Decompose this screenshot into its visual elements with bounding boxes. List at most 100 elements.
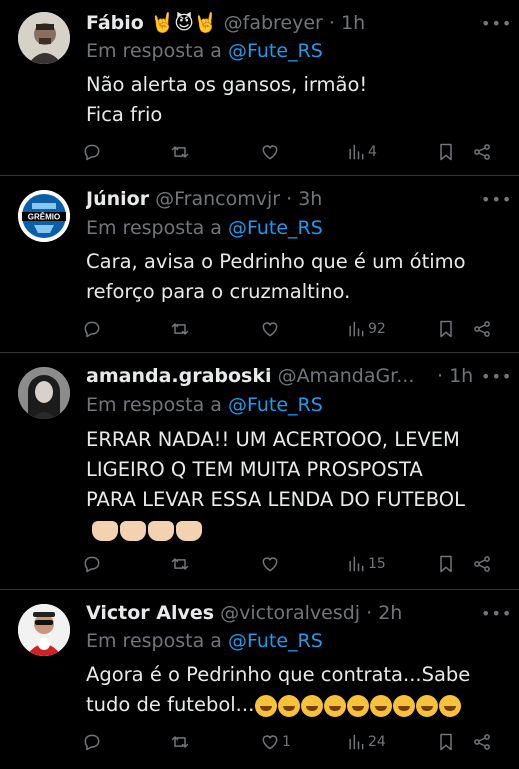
views-count: 4 bbox=[368, 144, 377, 160]
tweet-header: Victor Alves @victoralvesdj · 2h bbox=[86, 600, 479, 626]
views-button[interactable]: 24 bbox=[346, 730, 386, 754]
views-count: 24 bbox=[368, 734, 386, 750]
reply-context: Em resposta a @Fute_RS bbox=[86, 392, 323, 418]
reply-icon bbox=[84, 144, 100, 161]
retweet-icon bbox=[171, 323, 189, 335]
display-name[interactable]: Victor Alves bbox=[86, 602, 214, 624]
avatar[interactable]: GRÊMIO bbox=[18, 190, 70, 242]
separator-dot: · bbox=[366, 602, 373, 624]
reply-icon bbox=[84, 734, 100, 751]
bookmark-icon bbox=[440, 320, 452, 338]
crest-label: GRÊMIO bbox=[28, 213, 60, 222]
tweet-text-line: PARA LEVAR ESSA LENDA DO FUTEBOL bbox=[86, 488, 466, 511]
tweet-text-line: LIGEIRO Q TEM MUITA PROSPOSTA bbox=[86, 458, 423, 481]
views-icon bbox=[349, 556, 364, 572]
share-icon bbox=[474, 734, 490, 750]
views-button[interactable]: 92 bbox=[346, 317, 386, 341]
retweet-button[interactable] bbox=[170, 730, 192, 754]
reply-context: Em resposta a @Fute_RS bbox=[86, 215, 323, 241]
more-icon[interactable]: ••• bbox=[481, 190, 511, 210]
reply-button[interactable] bbox=[82, 552, 104, 576]
user-handle[interactable]: @victoralvesdj bbox=[220, 602, 360, 624]
tweet-2[interactable]: GRÊMIO Júnior @Francomvjr · 3h ••• Em re… bbox=[0, 176, 519, 353]
retweet-button[interactable] bbox=[170, 317, 192, 341]
views-count: 92 bbox=[368, 321, 386, 337]
views-button[interactable]: 4 bbox=[346, 140, 377, 164]
bookmark-button[interactable] bbox=[436, 317, 456, 341]
bookmark-button[interactable] bbox=[436, 552, 456, 576]
views-button[interactable]: 15 bbox=[346, 552, 386, 576]
tweet-text-line: Cara, avisa o Pedrinho que é um ótimo bbox=[86, 250, 466, 273]
tweet-1[interactable]: Fábio 🤘😈🤘 @fabreyer · 1h ••• Em resposta… bbox=[0, 0, 519, 176]
more-icon[interactable]: ••• bbox=[481, 14, 511, 34]
avatar[interactable] bbox=[18, 604, 70, 656]
tweet-4[interactable]: Victor Alves @victoralvesdj · 2h ••• Em … bbox=[0, 590, 519, 769]
reply-mention[interactable]: @Fute_RS bbox=[228, 217, 323, 239]
action-bar: 4 bbox=[82, 140, 502, 164]
reply-prefix: Em resposta a bbox=[86, 630, 222, 652]
reply-button[interactable] bbox=[82, 140, 104, 164]
tweet-text: Agora é o Pedrinho que contrata...Sabe t… bbox=[86, 660, 499, 726]
more-icon[interactable]: ••• bbox=[481, 604, 511, 624]
share-button[interactable] bbox=[472, 317, 492, 341]
retweet-button[interactable] bbox=[170, 552, 192, 576]
like-button[interactable] bbox=[260, 140, 282, 164]
timestamp[interactable]: 2h bbox=[378, 602, 402, 624]
user-handle[interactable]: @Francomvjr bbox=[155, 188, 280, 210]
tweet-text-line: Agora é o Pedrinho que contrata...Sabe bbox=[86, 663, 471, 686]
like-count: 1 bbox=[282, 734, 291, 750]
reply-context: Em resposta a @Fute_RS bbox=[86, 38, 323, 64]
reply-prefix: Em resposta a bbox=[86, 217, 222, 239]
reply-mention[interactable]: @Fute_RS bbox=[228, 630, 323, 652]
reply-mention[interactable]: @Fute_RS bbox=[228, 394, 323, 416]
timestamp[interactable]: 1h bbox=[341, 12, 365, 34]
user-handle[interactable]: @AmandaGr... bbox=[278, 365, 415, 387]
user-handle[interactable]: @fabreyer bbox=[224, 12, 323, 34]
display-name[interactable]: Fábio 🤘😈🤘 bbox=[86, 12, 218, 34]
views-count: 15 bbox=[368, 556, 386, 572]
tweet-text: Não alerta os gansos, irmão! Fica frio bbox=[86, 70, 499, 130]
retweet-button[interactable] bbox=[170, 140, 192, 164]
retweet-icon bbox=[171, 736, 189, 748]
avatar[interactable] bbox=[18, 367, 70, 419]
views-icon bbox=[349, 734, 364, 750]
tweet-text-fragment: tudo de futebol... bbox=[86, 693, 255, 716]
tweet-text-line: ERRAR NADA!! UM ACERTOOO, LEVEM bbox=[86, 428, 460, 451]
reply-button[interactable] bbox=[82, 730, 104, 754]
reply-mention[interactable]: @Fute_RS bbox=[228, 40, 323, 62]
share-button[interactable] bbox=[472, 552, 492, 576]
tweet-3[interactable]: amanda.graboski @AmandaGr... · 1h ••• Em… bbox=[0, 353, 519, 590]
avatar[interactable] bbox=[18, 12, 70, 64]
reply-icon bbox=[84, 321, 100, 338]
tweet-header: Fábio 🤘😈🤘 @fabreyer · 1h bbox=[86, 10, 479, 36]
share-button[interactable] bbox=[472, 140, 492, 164]
tweet-header: Júnior @Francomvjr · 3h bbox=[86, 186, 479, 212]
share-icon bbox=[474, 321, 490, 337]
bookmark-icon bbox=[440, 143, 452, 161]
reply-prefix: Em resposta a bbox=[86, 394, 222, 416]
action-bar: 92 bbox=[82, 317, 502, 341]
share-button[interactable] bbox=[472, 730, 492, 754]
heart-icon bbox=[262, 145, 278, 160]
bookmark-icon bbox=[440, 733, 452, 751]
tweet-text-line: Não alerta os gansos, irmão! bbox=[86, 73, 368, 96]
bookmark-button[interactable] bbox=[436, 140, 456, 164]
display-name[interactable]: amanda.graboski bbox=[86, 365, 272, 387]
separator-dot: · bbox=[328, 12, 335, 34]
views-icon bbox=[349, 321, 364, 337]
bookmark-button[interactable] bbox=[436, 730, 456, 754]
reply-button[interactable] bbox=[82, 317, 104, 341]
timestamp[interactable]: 1h bbox=[449, 365, 473, 387]
more-icon[interactable]: ••• bbox=[481, 367, 511, 387]
like-button[interactable]: 1 bbox=[260, 730, 291, 754]
emoji-line: 🙌🏻🙌🏻🙌🏻🙌🏻 bbox=[86, 515, 499, 545]
tweet-text-line: tudo de futebol...🤣🤣🤣🤣🤣🤣🤣🤣🤣 bbox=[86, 690, 499, 726]
like-button[interactable] bbox=[260, 317, 282, 341]
display-name[interactable]: Júnior bbox=[86, 188, 149, 210]
timestamp[interactable]: 3h bbox=[298, 188, 322, 210]
like-button[interactable] bbox=[260, 552, 282, 576]
tweet-text: ERRAR NADA!! UM ACERTOOO, LEVEM LIGEIRO … bbox=[86, 425, 499, 545]
action-bar: 1 24 bbox=[82, 730, 502, 754]
tweet-text-line: reforço para o cruzmaltino. bbox=[86, 280, 351, 303]
share-icon bbox=[474, 144, 490, 160]
